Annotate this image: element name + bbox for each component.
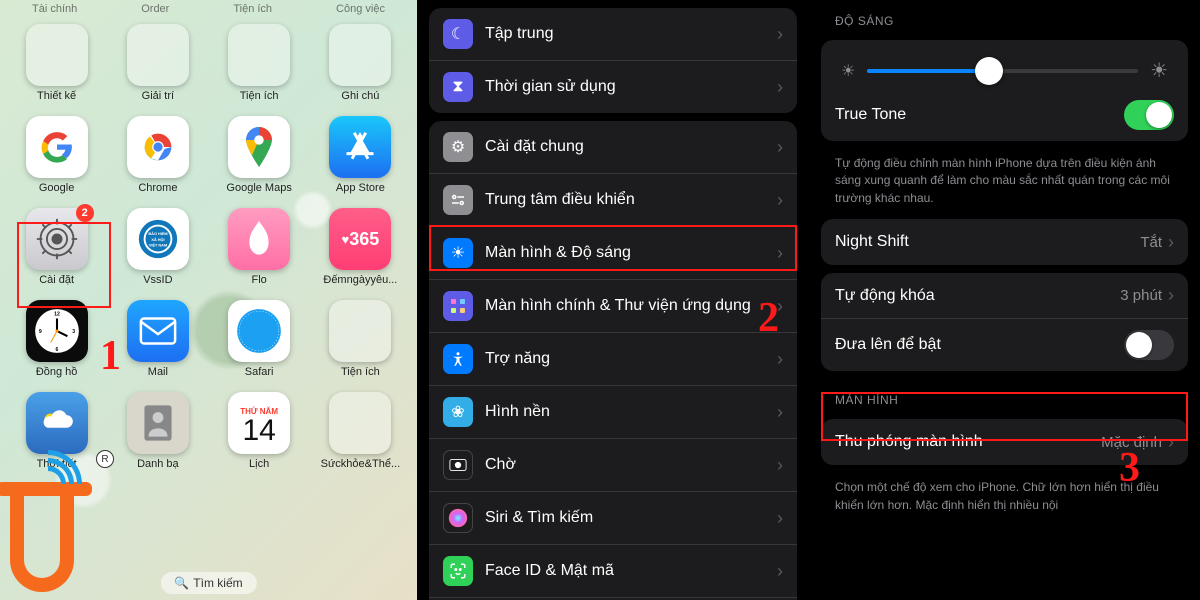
row-faceid[interactable]: Face ID & Mật mã› [429, 545, 797, 598]
step-number-1: 1 [100, 332, 121, 380]
header-brightness: ĐỘ SÁNG [809, 0, 1200, 32]
sun-small-icon: ☀ [841, 61, 855, 81]
svg-text:3: 3 [72, 329, 75, 335]
lock-group: Tự động khóa3 phút› Đưa lên để bật [821, 273, 1188, 371]
spotlight-search[interactable]: 🔍Tìm kiếm [160, 572, 256, 594]
accessibility-icon [443, 344, 473, 374]
row-true-tone: True Tone [821, 89, 1188, 141]
folder-utilities[interactable]: Tiện ích [214, 24, 304, 102]
app-safari[interactable]: Safari [214, 300, 304, 378]
folder-notes[interactable]: Ghi chú [315, 24, 405, 102]
home-tab-row: Tài chính Order Tiện ích Công việc [0, 0, 417, 18]
svg-text:BẢO HIỂM: BẢO HIỂM [148, 231, 167, 236]
settings-group-focus: ☾Tập trung› ⧗Thời gian sử dụng› [429, 8, 797, 113]
app-google[interactable]: Google [12, 116, 102, 194]
tab-label: Order [141, 3, 169, 15]
app-google-maps[interactable]: Google Maps [214, 116, 304, 194]
row-control-center[interactable]: Trung tâm điều khiển› [429, 174, 797, 227]
chevron-icon: › [777, 137, 783, 158]
step-number-2: 2 [758, 294, 779, 342]
chevron-icon: › [777, 77, 783, 98]
app-clock[interactable]: 12369Đồng hồ [12, 300, 102, 378]
chevron-icon: › [777, 561, 783, 582]
svg-text:9: 9 [39, 329, 42, 335]
app-contacts[interactable]: Danh bạ [113, 392, 203, 470]
row-screentime[interactable]: ⧗Thời gian sử dụng› [429, 61, 797, 113]
faceid-icon [443, 556, 473, 586]
flower-icon: ❀ [443, 397, 473, 427]
row-general[interactable]: ⚙Cài đặt chung› [429, 121, 797, 174]
folder-health[interactable]: Sứckhỏe&Thể... [315, 392, 405, 470]
chevron-icon: › [777, 243, 783, 264]
chevron-icon: › [1168, 285, 1174, 306]
display-settings-panel: ĐỘ SÁNG ☀ ☀ True Tone Tự động điều chỉnh… [809, 0, 1200, 600]
raise-to-wake-toggle[interactable] [1124, 330, 1174, 360]
tab-label: Tiện ích [233, 3, 272, 15]
settings-group-general: ⚙Cài đặt chung› Trung tâm điều khiển› ☀M… [429, 121, 797, 600]
row-home-screen[interactable]: Màn hình chính & Thư viện ứng dụng› [429, 280, 797, 333]
header-screen: MÀN HÌNH [809, 379, 1200, 411]
chevron-icon: › [777, 24, 783, 45]
switches-icon [443, 185, 473, 215]
row-siri[interactable]: Siri & Tìm kiếm› [429, 492, 797, 545]
svg-text:6: 6 [55, 347, 58, 353]
chevron-icon: › [1168, 232, 1174, 253]
chevron-icon: › [777, 190, 783, 211]
row-auto-lock[interactable]: Tự động khóa3 phút› [821, 273, 1188, 319]
home-screen-panel: Tài chính Order Tiện ích Công việc Thiết… [0, 0, 417, 600]
siri-icon [443, 503, 473, 533]
app-mail[interactable]: Mail [113, 300, 203, 378]
gear-icon: ⚙ [443, 132, 473, 162]
app-settings[interactable]: 2 Cài đặt [12, 208, 102, 286]
moon-icon: ☾ [443, 19, 473, 49]
true-tone-note: Tự động điều chỉnh màn hình iPhone dựa t… [809, 149, 1200, 211]
settings-list-panel: ☾Tập trung› ⧗Thời gian sử dụng› ⚙Cài đặt… [417, 0, 809, 600]
app-flo[interactable]: Flo [214, 208, 304, 286]
true-tone-toggle[interactable] [1124, 100, 1174, 130]
svg-text:XÃ HỘI: XÃ HỘI [151, 237, 164, 242]
brightness-slider-row: ☀ ☀ [821, 40, 1188, 89]
row-raise-to-wake: Đưa lên để bật [821, 319, 1188, 371]
watermark-logo: R [0, 470, 120, 600]
hourglass-icon: ⧗ [443, 72, 473, 102]
standby-icon [443, 450, 473, 480]
search-icon: 🔍 [174, 576, 189, 590]
brightness-icon: ☀ [443, 238, 473, 268]
tab-label: Công việc [336, 3, 385, 15]
tab-label: Tài chính [32, 3, 77, 15]
grid-icon [443, 291, 473, 321]
brightness-group: ☀ ☀ True Tone [821, 40, 1188, 141]
chevron-icon: › [777, 349, 783, 370]
chevron-icon: › [777, 508, 783, 529]
folder-design[interactable]: Thiết kế [12, 24, 102, 102]
folder-entertainment[interactable]: Giải trí [113, 24, 203, 102]
svg-text:VIỆT NAM: VIỆT NAM [149, 243, 167, 248]
app-grid: Thiết kế Giải trí Tiện ích Ghi chú Googl… [0, 18, 417, 476]
chevron-icon: › [1168, 432, 1174, 453]
svg-text:12: 12 [54, 311, 60, 317]
row-display-brightness[interactable]: ☀Màn hình & Độ sáng› [429, 227, 797, 280]
app-vssid[interactable]: BẢO HIỂMXÃ HỘIVIỆT NAMVssID [113, 208, 203, 286]
zoom-note: Chọn một chế độ xem cho iPhone. Chữ lớn … [809, 473, 1200, 518]
row-standby[interactable]: Chờ› [429, 439, 797, 492]
chevron-icon: › [777, 402, 783, 423]
row-accessibility[interactable]: Trợ năng› [429, 333, 797, 386]
chevron-icon: › [777, 455, 783, 476]
night-shift-group: Night ShiftTắt› [821, 219, 1188, 265]
row-wallpaper[interactable]: ❀Hình nền› [429, 386, 797, 439]
settings-badge: 2 [76, 204, 94, 222]
app-appstore[interactable]: App Store [315, 116, 405, 194]
row-night-shift[interactable]: Night ShiftTắt› [821, 219, 1188, 265]
brightness-slider[interactable] [867, 69, 1138, 73]
folder-utilities-2[interactable]: Tiện ích [315, 300, 405, 378]
app-calendar[interactable]: THỨ NĂM14Lịch [214, 392, 304, 470]
app-365[interactable]: ♥365Đếmngàyyêu... [315, 208, 405, 286]
row-focus[interactable]: ☾Tập trung› [429, 8, 797, 61]
sun-large-icon: ☀ [1150, 58, 1168, 83]
registered-icon: R [96, 450, 114, 468]
app-chrome[interactable]: Chrome [113, 116, 203, 194]
step-number-3: 3 [1119, 444, 1140, 492]
